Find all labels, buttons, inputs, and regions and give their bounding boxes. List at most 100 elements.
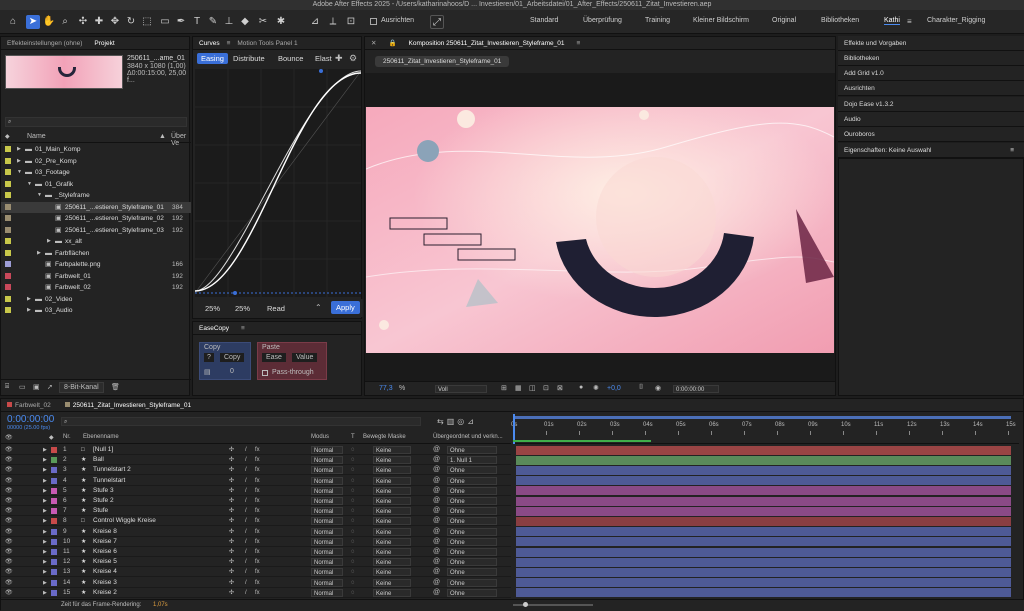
chevron-right-icon[interactable]: ▶ [17, 144, 21, 155]
track-matte-icon[interactable]: ◌ [351, 496, 355, 506]
workspace-1[interactable]: Überprüfung [583, 17, 622, 24]
label-swatch[interactable] [5, 180, 11, 187]
chevron-right-icon[interactable]: ▶ [43, 486, 47, 496]
chevron-right-icon[interactable]: ▶ [43, 578, 47, 588]
layer-parent-select[interactable]: Ohne [447, 558, 497, 567]
current-time-field[interactable]: 0:00:00:00 [673, 385, 719, 393]
layer-name[interactable]: Kreise 3 [93, 578, 117, 588]
switch-icon[interactable]: / [245, 516, 247, 526]
switch-icon[interactable]: ✣ [229, 455, 234, 465]
layer-mask-select[interactable]: Keine [373, 507, 411, 516]
layer-row[interactable]: 👁 ▶ 13 ★ Kreise 4 ✣ / fx Normal ◌ Keine @ Ohne [1, 567, 511, 578]
layer-duration-bar[interactable] [516, 465, 1011, 475]
sort-icon[interactable]: ▲ [159, 133, 166, 140]
layer-name[interactable]: Kreise 2 [93, 588, 117, 598]
motion-blur-icon[interactable]: ◎ [457, 417, 467, 426]
switch-icon[interactable]: / [245, 496, 247, 506]
switch-icon[interactable]: / [245, 465, 247, 475]
switch-icon[interactable]: ✣ [229, 588, 234, 598]
layer-label-swatch[interactable] [51, 477, 57, 484]
layer-parent-select[interactable]: Ohne [447, 588, 497, 597]
layer-duration-bar[interactable] [516, 527, 1011, 537]
layer-name[interactable]: Kreise 7 [93, 537, 117, 547]
right-panel-6[interactable]: Ouroboros [838, 127, 1024, 142]
project-item[interactable]: ▣ Farbpalette.png 166 [1, 259, 191, 270]
pickwhip-icon[interactable]: @ [433, 496, 440, 506]
color-channel-icon[interactable]: ● [579, 384, 583, 391]
mask-visibility-icon[interactable]: ◫ [529, 384, 536, 392]
track-matte-icon[interactable]: ◌ [351, 455, 355, 465]
track-matte-icon[interactable]: ◌ [351, 516, 355, 526]
copy-help-button[interactable]: ? [204, 353, 214, 362]
pickwhip-icon[interactable]: @ [433, 455, 440, 465]
switch-icon[interactable]: ✣ [229, 527, 234, 537]
layer-mode-select[interactable]: Normal [311, 558, 343, 567]
layer-name[interactable]: Kreise 5 [93, 557, 117, 567]
graph-editor-icon[interactable]: ⊿ [467, 417, 477, 426]
col-nr[interactable]: Nr. [63, 434, 71, 440]
layer-mask-select[interactable]: Keine [373, 588, 411, 597]
pickwhip-icon[interactable]: @ [433, 465, 440, 475]
layer-name[interactable]: [Null 1] [93, 445, 113, 455]
chevron-down-icon[interactable]: ▼ [37, 190, 42, 201]
transparency-icon[interactable]: ▦ [515, 384, 522, 392]
layer-row[interactable]: 👁 ▶ 2 ★ Ball ✣ / fx Normal ◌ Keine @1. Null 1 [1, 455, 511, 466]
layer-parent-select[interactable]: Ohne [447, 507, 497, 516]
anchor-tool-icon[interactable]: ⬚ [140, 15, 154, 29]
menu-icon[interactable]: ≡ [571, 37, 587, 49]
tab-effect-controls[interactable]: Effekteinstellungen (ohne) [1, 37, 88, 49]
fx-icon[interactable]: fx [255, 537, 260, 547]
curve-graph[interactable] [195, 69, 361, 297]
eye-icon[interactable]: 👁 [5, 588, 13, 598]
layer-mask-select[interactable]: Keine [373, 558, 411, 567]
workspace-4[interactable]: Original [772, 17, 796, 24]
menu-icon[interactable]: ≡ [235, 322, 251, 334]
frame-blend-icon[interactable]: ▥ [447, 417, 458, 426]
layer-duration-bar[interactable] [516, 588, 1011, 598]
switch-icon[interactable]: / [245, 486, 247, 496]
chevron-right-icon[interactable]: ▶ [43, 455, 47, 465]
switch-icon[interactable]: ✣ [229, 537, 234, 547]
workspace-menu-icon[interactable]: ≡ [907, 17, 912, 26]
pickwhip-icon[interactable]: @ [433, 537, 440, 547]
layer-label-swatch[interactable] [51, 457, 57, 464]
layer-parent-select[interactable]: Ohne [447, 568, 497, 577]
switch-icon[interactable]: ✣ [229, 486, 234, 496]
switch-icon[interactable]: / [245, 537, 247, 547]
tab-project[interactable]: Projekt [88, 37, 120, 49]
switch-icon[interactable]: / [245, 567, 247, 577]
track-matte-icon[interactable]: ◌ [351, 567, 355, 577]
layer-name[interactable]: Ball [93, 455, 104, 465]
close-icon[interactable]: ✕ [365, 37, 382, 49]
copy-button[interactable]: Copy [220, 353, 245, 362]
workspace-7[interactable]: Charakter_Rigging [927, 17, 985, 24]
layer-label-swatch[interactable] [51, 467, 57, 474]
label-swatch[interactable] [5, 157, 11, 164]
add-icon[interactable]: ✚ [335, 53, 343, 64]
switch-icon[interactable]: / [245, 547, 247, 557]
track-matte-icon[interactable]: ◌ [351, 486, 355, 496]
stamp-tool-icon[interactable]: ⊥ [222, 15, 236, 29]
chevron-right-icon[interactable]: ▶ [43, 527, 47, 537]
layer-mode-select[interactable]: Normal [311, 497, 343, 505]
layer-row[interactable]: 👁 ▶ 6 ★ Stufe 2 ✣ / fx Normal ◌ Keine @ Ohne [1, 496, 511, 506]
eye-icon[interactable]: 👁 [5, 527, 13, 537]
layer-mask-select[interactable]: Keine [373, 446, 411, 454]
brush-tool-icon[interactable]: ✎ [206, 15, 220, 29]
layer-duration-bar[interactable] [516, 578, 1011, 588]
layer-mode-select[interactable]: Normal [311, 588, 343, 597]
layer-row[interactable]: 👁 ▶ 8 □ Control Wiggle Kreise ✣ / fx Normal ◌ Kein… [1, 516, 511, 527]
switch-icon[interactable]: / [245, 527, 247, 537]
track-matte-icon[interactable]: ◌ [351, 476, 355, 486]
switch-icon[interactable]: ✣ [229, 516, 234, 526]
tab-curves[interactable]: Curves [193, 37, 226, 49]
layer-name[interactable]: Kreise 4 [93, 567, 117, 577]
layer-name[interactable]: Kreise 8 [93, 527, 117, 537]
chevron-right-icon[interactable]: ▶ [43, 547, 47, 557]
eye-icon[interactable]: 👁 [5, 567, 13, 577]
chevron-down-icon[interactable]: ▼ [27, 179, 32, 190]
layer-mode-select[interactable]: Normal [311, 466, 343, 475]
col-mode[interactable]: Modus [311, 434, 329, 440]
switch-icon[interactable]: ✣ [229, 465, 234, 475]
home-icon[interactable]: ⌂ [6, 15, 20, 29]
